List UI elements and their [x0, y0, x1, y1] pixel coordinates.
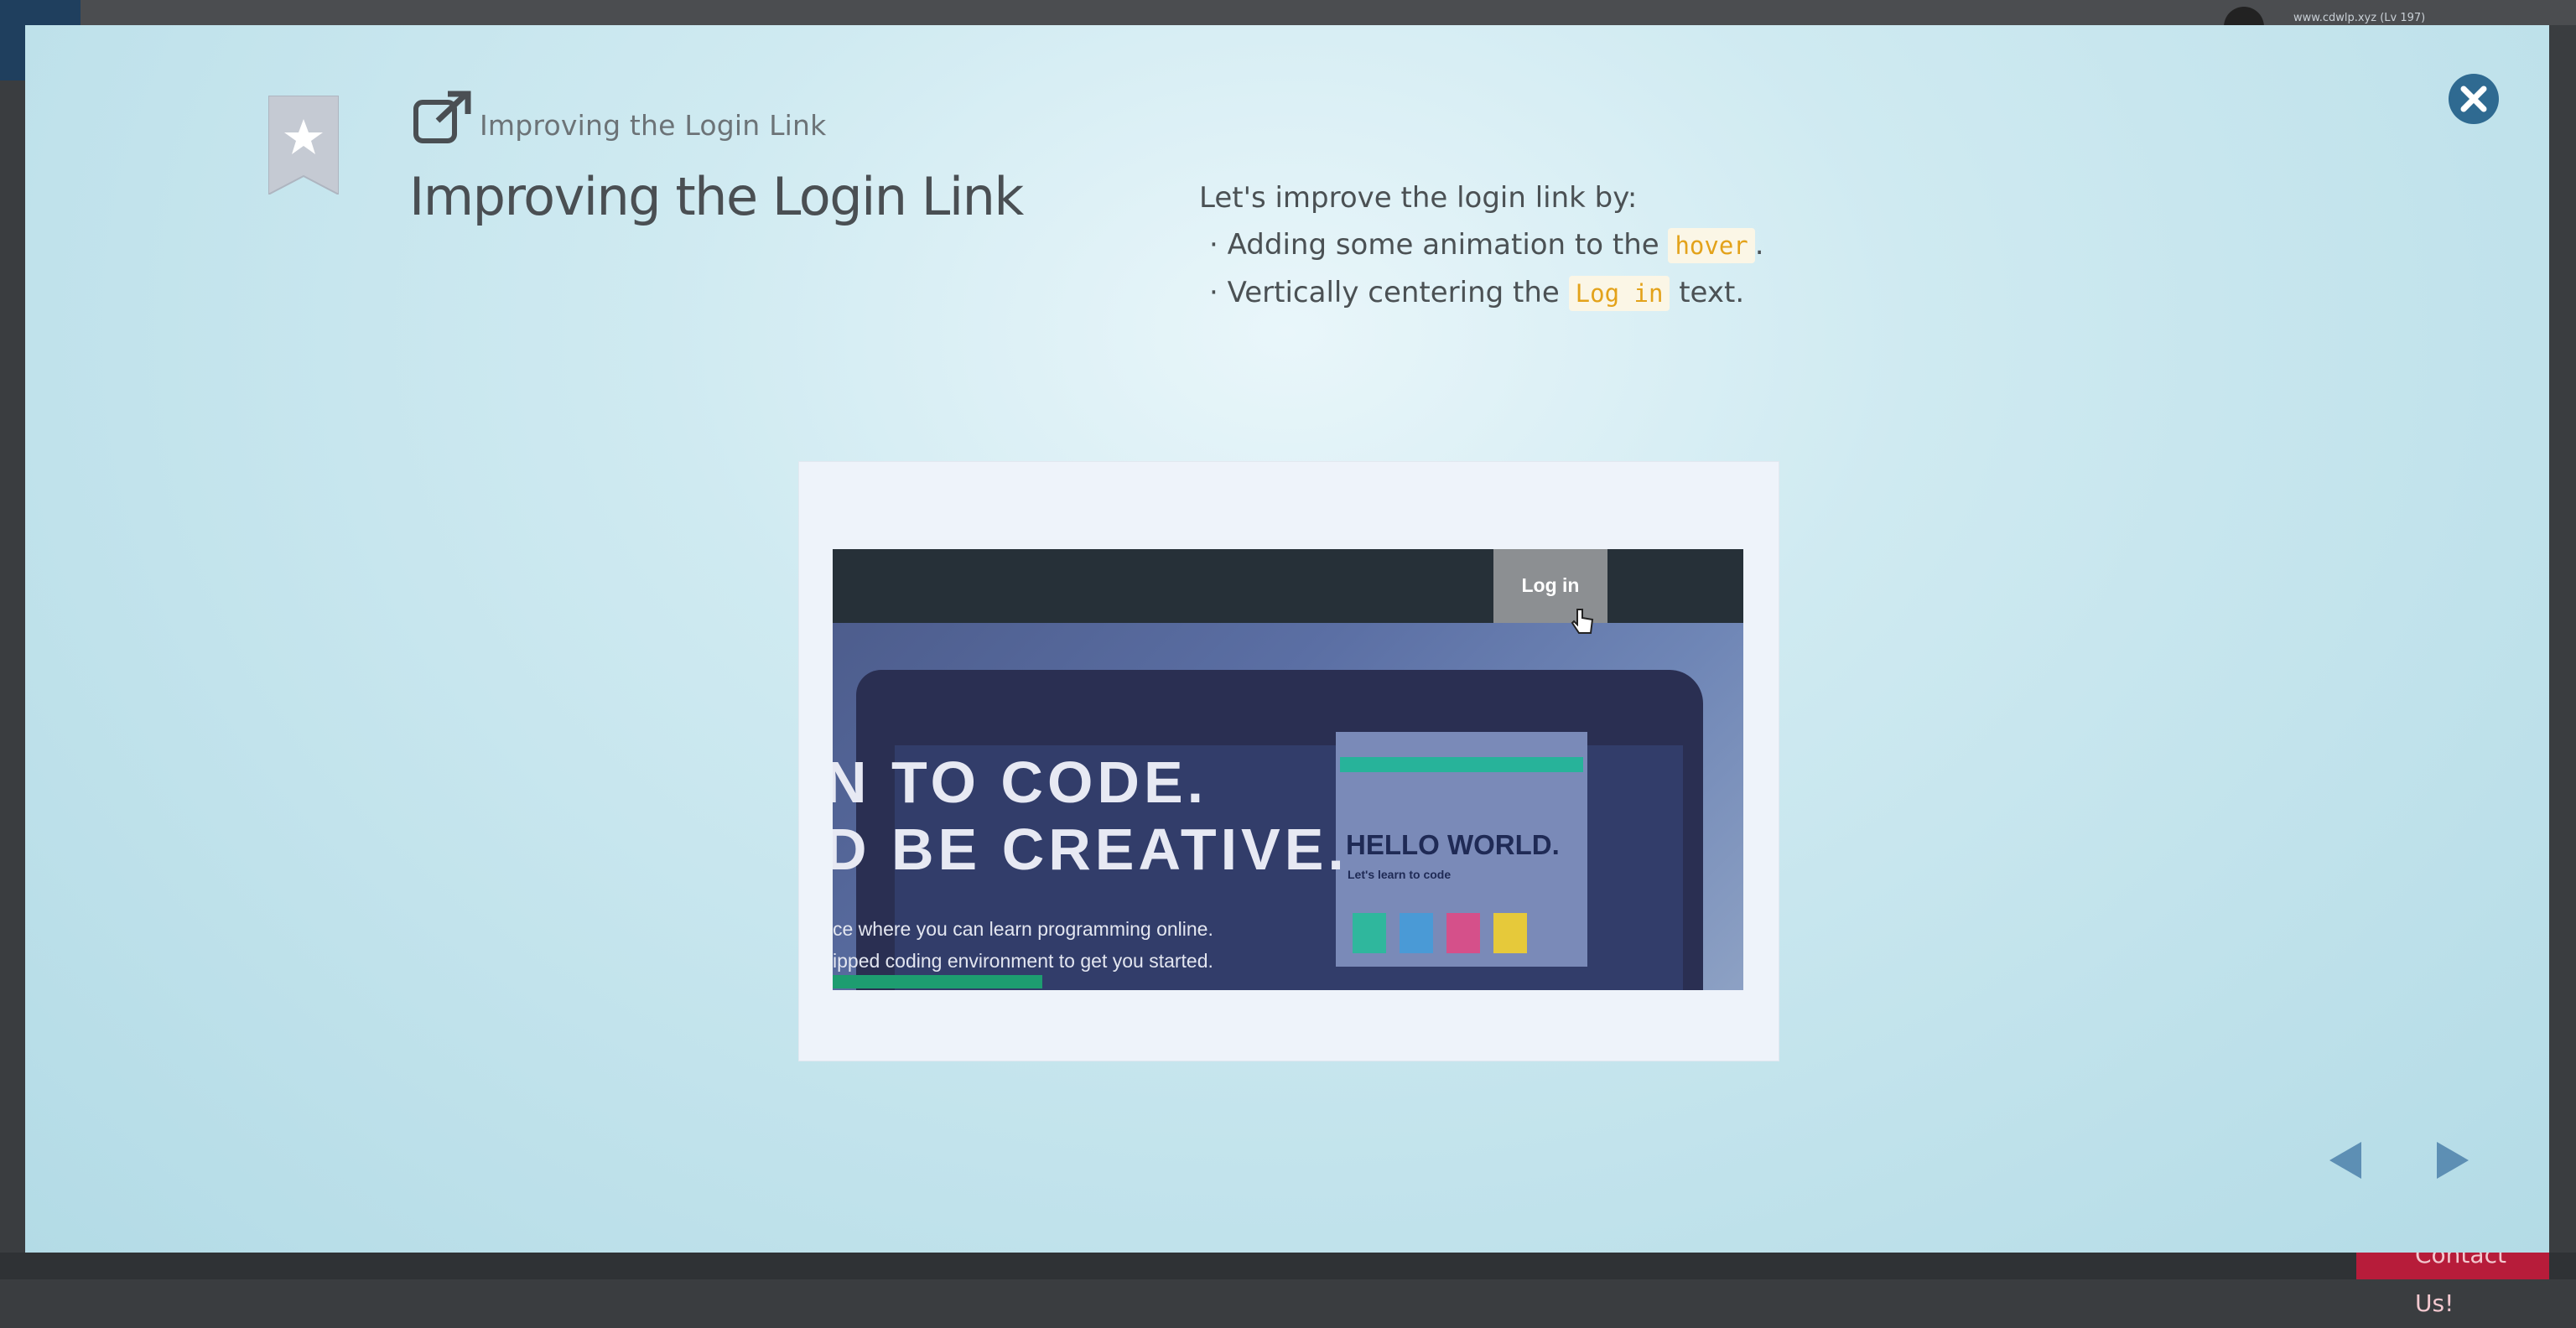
- bullet-text: Adding some animation to the: [1227, 228, 1669, 262]
- bullet-text: Vertically centering the: [1227, 276, 1569, 309]
- lesson-modal: Improving the Login Link Improving the L…: [25, 25, 2549, 1253]
- code-snippet: Log in: [1568, 276, 1670, 311]
- bullet-text: text.: [1670, 276, 1745, 309]
- preview-tile: [1493, 913, 1527, 953]
- lesson-description: Let's improve the login link by: · Addin…: [1199, 174, 1764, 317]
- hero-headline-line2: D BE CREATIVE.: [833, 817, 1348, 882]
- description-bullet: · Vertically centering the Log in text.: [1209, 276, 1745, 311]
- bullet-text: .: [1754, 228, 1764, 262]
- preview-tile: [1446, 913, 1480, 953]
- page-title: Improving the Login Link: [409, 166, 1024, 227]
- preview-title: HELLO WORLD.: [1346, 829, 1560, 860]
- external-link-icon[interactable]: [413, 91, 473, 144]
- example-screenshot: N TO CODE. D BE CREATIVE. ce where you c…: [833, 549, 1743, 990]
- preview-subtitle: Let's learn to code: [1348, 868, 1452, 881]
- hero-cta-button: [833, 975, 1042, 988]
- arrow-right-icon[interactable]: [2428, 1137, 2475, 1184]
- code-snippet: hover: [1668, 228, 1755, 263]
- background-url-text: www.cdwlp.xyz (Lv 197): [2293, 12, 2426, 24]
- bookmark-star-icon[interactable]: [268, 96, 339, 195]
- example-screenshot-card: N TO CODE. D BE CREATIVE. ce where you c…: [798, 461, 1779, 1061]
- hero-background: N TO CODE. D BE CREATIVE. ce where you c…: [833, 623, 1743, 990]
- breadcrumb: Improving the Login Link: [480, 109, 827, 142]
- preview-tile: [1353, 913, 1386, 953]
- background-top-bar: [0, 0, 2576, 25]
- hero-headline-line1: N TO CODE.: [833, 750, 1208, 815]
- preview-toolbar: [1340, 757, 1583, 772]
- hand-cursor-icon: [1571, 609, 1594, 634]
- close-icon[interactable]: [2448, 73, 2500, 125]
- description-bullet: · Adding some animation to the hover.: [1209, 228, 1764, 263]
- hero-subtext-line2: ipped coding environment to get you star…: [833, 950, 1213, 972]
- background-bottom-bar: [0, 1253, 2576, 1279]
- description-intro: Let's improve the login link by:: [1199, 181, 1638, 215]
- preview-tile: [1400, 913, 1433, 953]
- arrow-left-icon[interactable]: [2323, 1137, 2370, 1184]
- hero-subtext-line1: ce where you can learn programming onlin…: [833, 918, 1213, 940]
